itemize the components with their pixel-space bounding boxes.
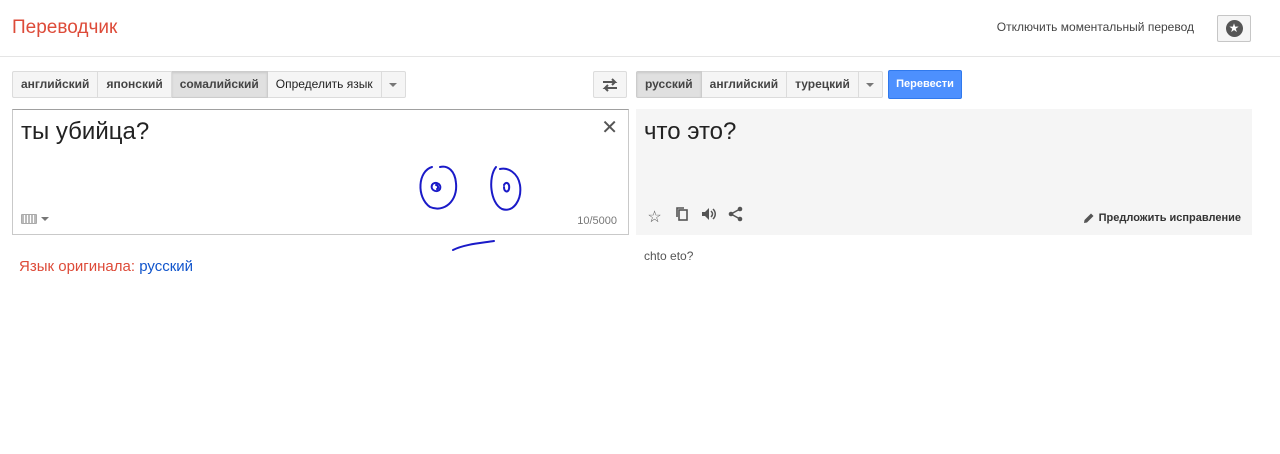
translation-output: что это? ☆ Предложить исправление bbox=[636, 109, 1252, 235]
share-icon[interactable] bbox=[727, 206, 744, 227]
suggest-edit-label: Предложить исправление bbox=[1098, 212, 1241, 224]
chevron-down-icon bbox=[866, 82, 875, 87]
target-lang-english[interactable]: английский bbox=[701, 71, 788, 98]
source-text[interactable]: ты убийца? bbox=[21, 118, 149, 146]
speaker-icon[interactable] bbox=[700, 207, 717, 226]
source-lang-dropdown[interactable] bbox=[381, 71, 406, 98]
source-lang-japanese[interactable]: японский bbox=[98, 71, 172, 98]
suggest-edit-button[interactable]: Предложить исправление bbox=[1083, 212, 1241, 224]
close-icon[interactable]: ✕ bbox=[601, 115, 618, 140]
chevron-down-icon bbox=[389, 82, 398, 87]
swap-icon bbox=[602, 77, 618, 92]
keyboard-icon bbox=[21, 214, 37, 224]
detected-language-link[interactable]: русский bbox=[139, 258, 193, 275]
favorite-icon[interactable]: ☆ bbox=[646, 207, 663, 227]
source-language-bar: английский японский сомалийский Определи… bbox=[12, 71, 406, 98]
source-lang-english[interactable]: английский bbox=[12, 71, 99, 98]
doodle-mouth bbox=[452, 240, 495, 251]
doodle-right-pupil bbox=[503, 181, 511, 193]
instant-translation-toggle[interactable]: Отключить моментальный перевод bbox=[997, 20, 1194, 34]
chevron-down-icon bbox=[41, 217, 49, 221]
translation-text[interactable]: что это? bbox=[644, 118, 736, 146]
target-lang-russian[interactable]: русский bbox=[636, 71, 702, 98]
swap-languages-button[interactable] bbox=[593, 71, 627, 98]
detect-language-button[interactable]: Определить язык bbox=[267, 71, 382, 98]
starred-button[interactable]: ★ bbox=[1217, 15, 1251, 42]
doodle-left-pupil bbox=[430, 181, 442, 193]
doodle-right-eye bbox=[490, 166, 522, 211]
app-title[interactable]: Переводчик bbox=[12, 17, 117, 39]
copy-icon[interactable] bbox=[673, 206, 690, 227]
transliteration: chto eto? bbox=[644, 249, 694, 263]
star-icon: ★ bbox=[1225, 20, 1243, 37]
target-lang-dropdown[interactable] bbox=[858, 71, 883, 98]
keyboard-button[interactable] bbox=[21, 214, 49, 224]
doodle-drawing bbox=[419, 165, 522, 251]
source-lang-somali[interactable]: сомалийский bbox=[171, 71, 268, 98]
output-toolbar: ☆ bbox=[646, 206, 744, 227]
pencil-icon bbox=[1083, 213, 1094, 223]
detected-language-prefix: Язык оригинала: bbox=[19, 258, 136, 275]
character-counter: 10/5000 bbox=[577, 215, 617, 227]
detected-language: Язык оригинала: русский bbox=[19, 258, 193, 275]
translate-button[interactable]: Перевести bbox=[888, 70, 962, 99]
target-language-bar: русский английский турецкий bbox=[636, 71, 883, 98]
header: Переводчик Отключить моментальный перево… bbox=[0, 0, 1280, 57]
target-lang-turkish[interactable]: турецкий bbox=[787, 71, 859, 98]
